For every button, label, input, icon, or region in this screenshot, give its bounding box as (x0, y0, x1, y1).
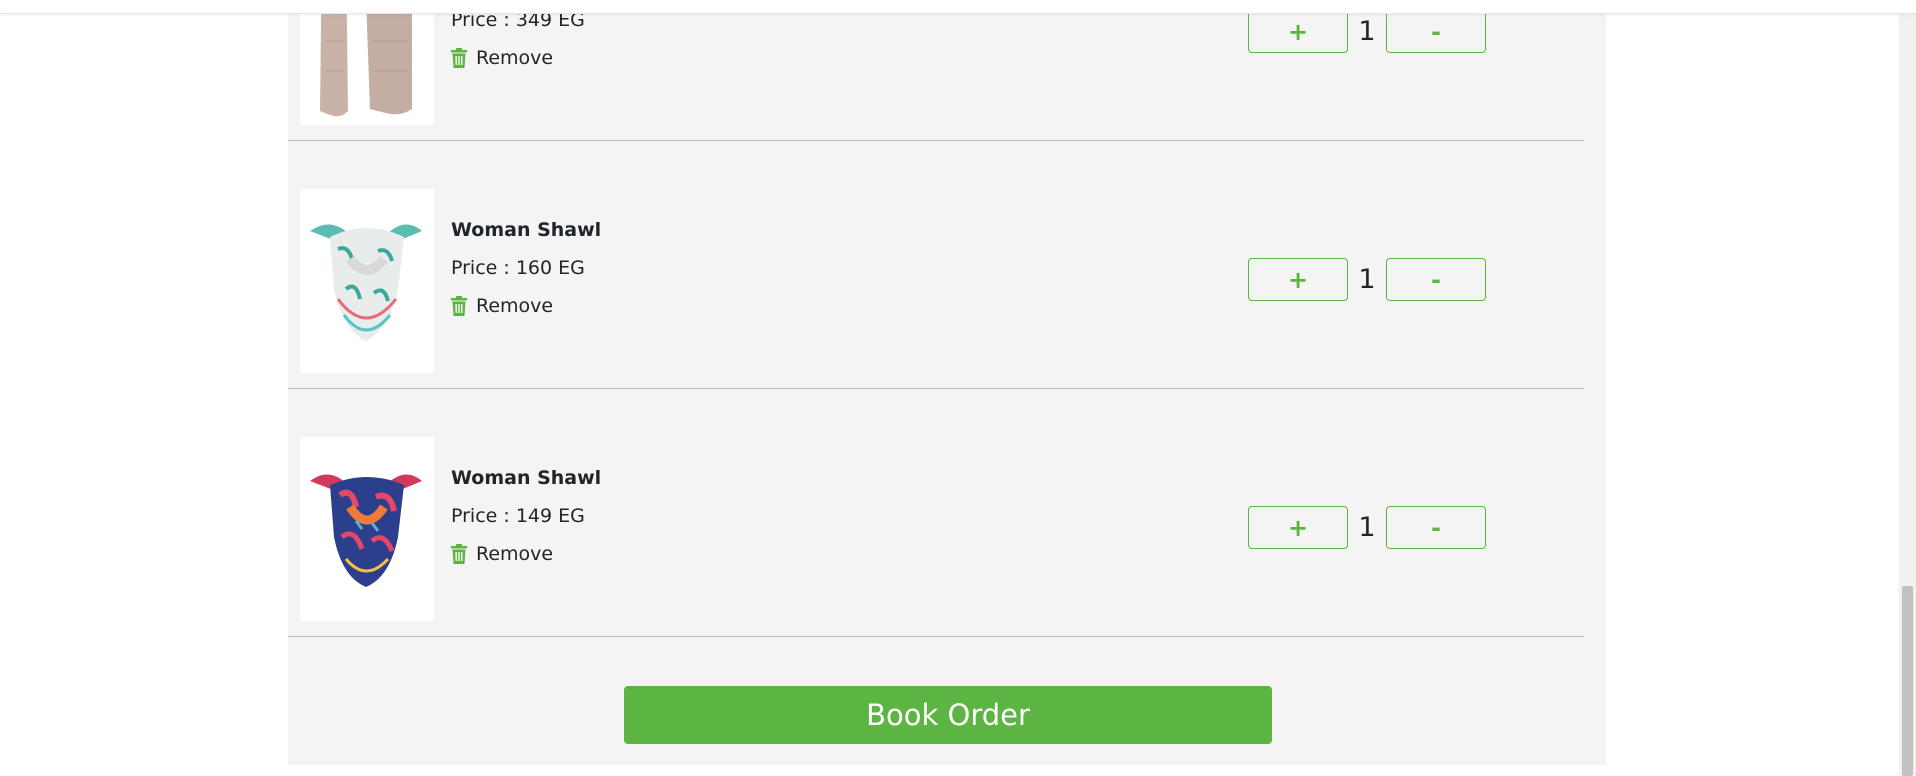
remove-button[interactable]: Remove (451, 295, 553, 317)
product-name: Woman Shawl (451, 219, 602, 241)
vertical-scrollbar[interactable] (1899, 0, 1916, 776)
increase-quantity-button[interactable]: + (1248, 10, 1348, 53)
remove-button[interactable]: Remove (451, 47, 553, 69)
trash-icon (451, 544, 467, 564)
product-image (300, 437, 434, 621)
remove-label: Remove (476, 295, 554, 317)
cart-item: Woman Shawl Price : 160 EG Remove + 1 - (288, 141, 1584, 389)
quantity-control: + 1 - (1248, 258, 1486, 301)
cart-item: Price : 349 EG Remove + 1 - (288, 0, 1584, 141)
product-price: Price : 149 EG (451, 505, 585, 527)
trash-icon (451, 296, 467, 316)
row-divider (288, 636, 1584, 637)
decrease-quantity-button[interactable]: - (1386, 10, 1486, 53)
trash-icon (451, 48, 467, 68)
remove-button[interactable]: Remove (451, 543, 553, 565)
quantity-value: 1 (1358, 264, 1376, 295)
top-header-edge (0, 0, 1916, 14)
beige-scarf-image (300, 0, 434, 125)
decrease-quantity-button[interactable]: - (1386, 506, 1486, 549)
decrease-quantity-button[interactable]: - (1386, 258, 1486, 301)
white-patterned-scarf-image (300, 189, 434, 373)
remove-label: Remove (476, 543, 554, 565)
product-name: Woman Shawl (451, 467, 602, 489)
product-price: Price : 160 EG (451, 257, 585, 279)
increase-quantity-button[interactable]: + (1248, 258, 1348, 301)
quantity-control: + 1 - (1248, 506, 1486, 549)
quantity-value: 1 (1358, 16, 1376, 47)
product-image (300, 189, 434, 373)
quantity-control: + 1 - (1248, 10, 1486, 53)
product-image (300, 0, 434, 125)
remove-label: Remove (476, 47, 554, 69)
scrollbar-thumb[interactable] (1902, 586, 1913, 776)
cart-item: Woman Shawl Price : 149 EG Remove + 1 - (288, 389, 1584, 637)
cart-panel: Price : 349 EG Remove + 1 - Woman Shawl … (288, 0, 1606, 765)
quantity-value: 1 (1358, 512, 1376, 543)
book-order-button[interactable]: Book Order (624, 686, 1272, 744)
increase-quantity-button[interactable]: + (1248, 506, 1348, 549)
navy-red-scarf-image (300, 437, 434, 621)
